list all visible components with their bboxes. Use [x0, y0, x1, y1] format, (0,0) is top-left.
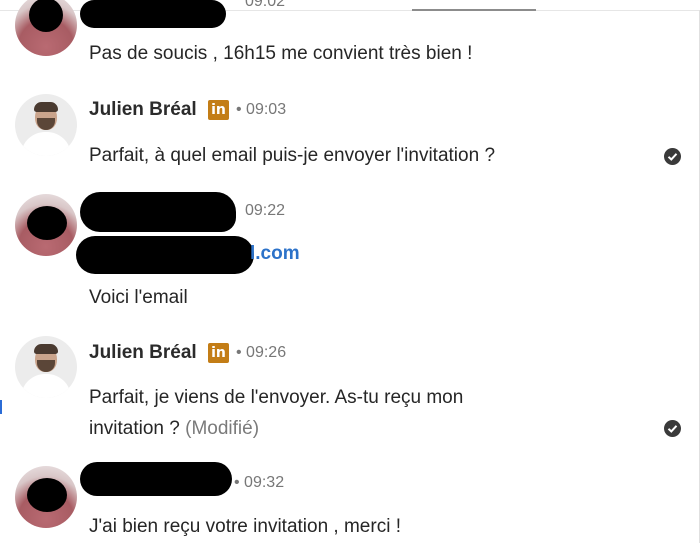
message-text-line1: Parfait, je viens de l'envoyer. As-tu re… [89, 387, 464, 408]
redacted-face [29, 0, 63, 32]
message-time: • 09:32 [234, 474, 285, 491]
check-circle-icon [664, 148, 681, 165]
avatar[interactable] [15, 0, 77, 56]
message-time: • 09:03 [236, 101, 287, 118]
linkedin-badge-icon: in [208, 343, 229, 363]
message-text: J'ai bien reçu votre invitation , merci … [89, 516, 401, 537]
redacted-face [27, 206, 67, 240]
message-time: • 09:26 [236, 344, 287, 361]
avatar[interactable] [15, 466, 77, 528]
avatar[interactable] [15, 336, 77, 398]
redacted-face [27, 478, 67, 512]
avatar[interactable] [15, 194, 77, 256]
email-link[interactable]: l.com [250, 243, 300, 265]
message-time: 09:22 [245, 202, 286, 219]
message-time: 09:02 [245, 0, 286, 10]
sender-name[interactable]: Julien Bréal [89, 99, 197, 121]
left-edge-marker [0, 400, 2, 414]
message-text: Voici l'email [89, 287, 188, 308]
scroll-indicator [412, 9, 536, 11]
check-circle-icon [664, 420, 681, 437]
redacted-sender-name [80, 0, 226, 28]
sender-name[interactable]: Julien Bréal [89, 342, 197, 364]
message-text-line2: invitation ? (Modifié) [89, 418, 260, 439]
message-text: Pas de soucis , 16h15 me convient très b… [89, 43, 473, 64]
message-text: Parfait, à quel email puis-je envoyer l'… [89, 145, 496, 166]
edited-label: (Modifié) [185, 418, 260, 439]
redacted-email [76, 236, 254, 274]
avatar[interactable] [15, 94, 77, 156]
redacted-sender-name [80, 192, 236, 232]
linkedin-badge-icon: in [208, 100, 229, 120]
redacted-sender-name [80, 462, 232, 496]
